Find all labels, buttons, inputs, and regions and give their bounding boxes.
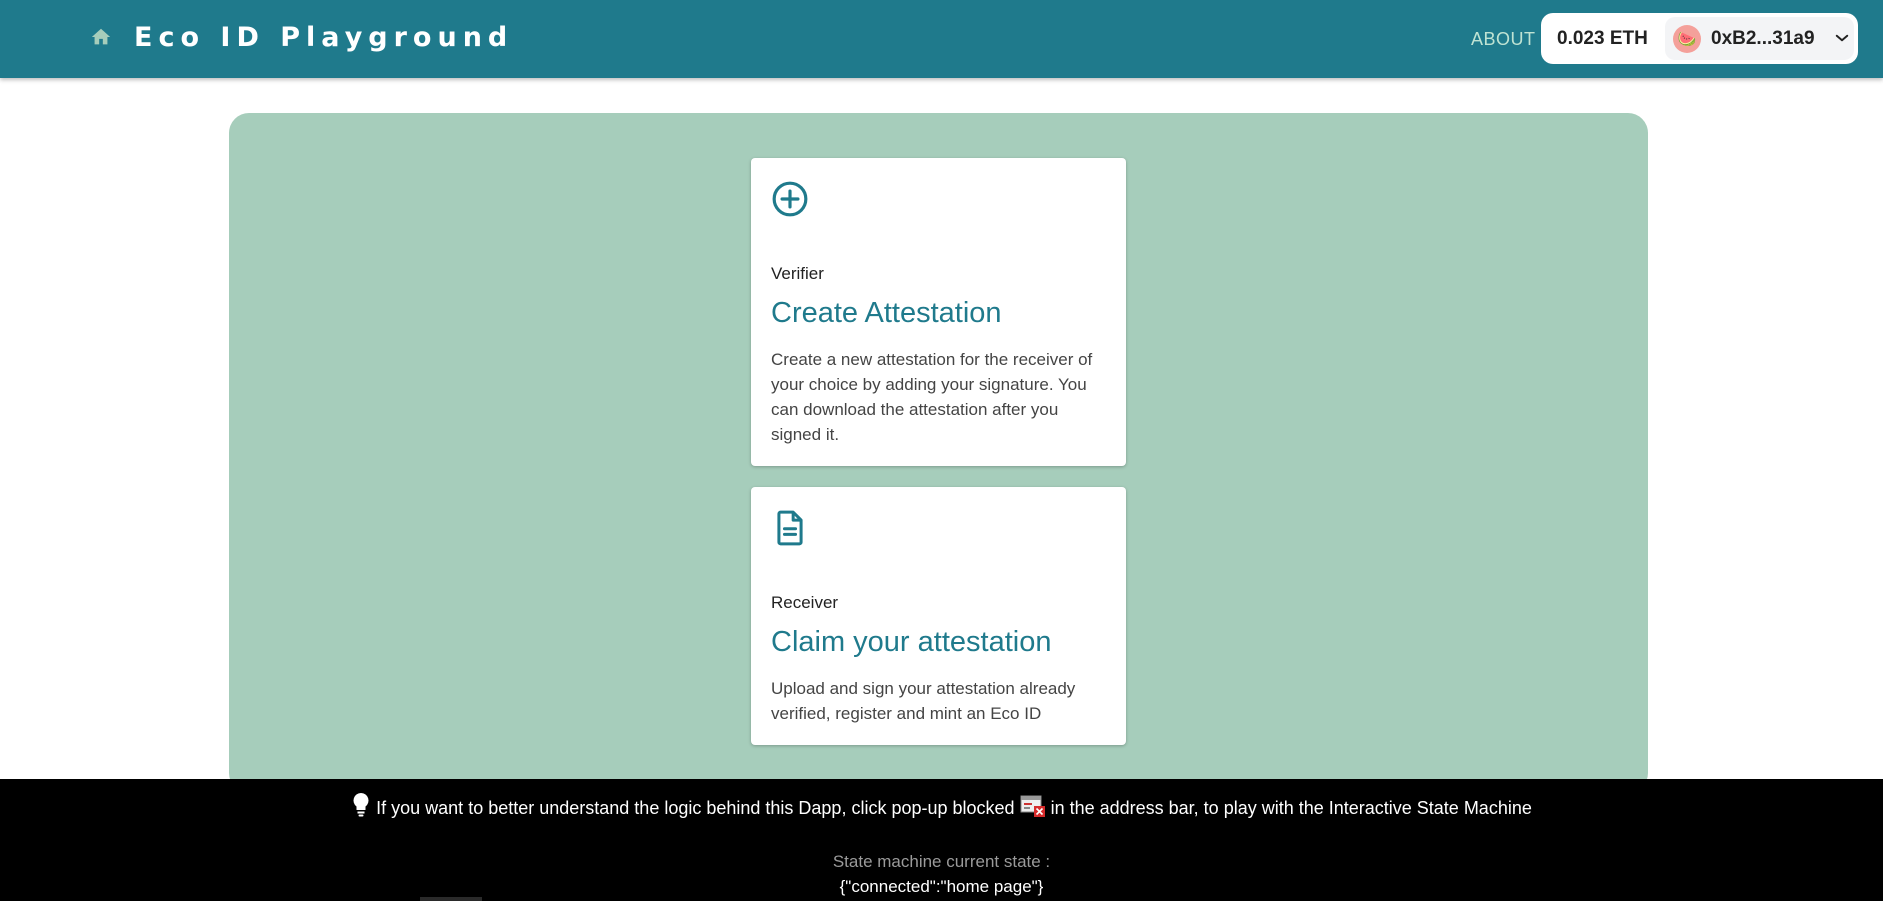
- app-title: Eco ID Playground: [134, 22, 514, 53]
- account-button[interactable]: 🍉 0xB2...31a9: [1665, 17, 1854, 60]
- state-machine-hint: If you want to better understand the log…: [0, 792, 1883, 823]
- card-title: Claim your attestation: [771, 626, 1052, 658]
- document-icon: [771, 509, 809, 547]
- state-machine-footer: If you want to better understand the log…: [0, 779, 1883, 901]
- state-label: State machine current state :: [832, 852, 1051, 871]
- home-button[interactable]: [88, 26, 114, 52]
- popup-blocked-icon: [1020, 794, 1046, 823]
- top-navbar: Eco ID Playground ABOUT 0.023 ETH 🍉 0xB2…: [0, 0, 1883, 78]
- create-attestation-card[interactable]: Verifier Create Attestation Create a new…: [751, 158, 1126, 466]
- hint-text-end: in the address bar, to play with the Int…: [1050, 798, 1532, 818]
- claim-attestation-card[interactable]: Receiver Claim your attestation Upload a…: [751, 487, 1126, 745]
- avatar: 🍉: [1673, 25, 1701, 53]
- chevron-down-icon[interactable]: [1833, 29, 1851, 47]
- lightbulb-icon: [351, 792, 371, 823]
- horizontal-scrollbar[interactable]: [420, 897, 482, 901]
- card-role-label: Receiver: [771, 593, 839, 612]
- hint-text-start: If you want to better understand the log…: [376, 798, 1015, 818]
- wallet-button[interactable]: 0.023 ETH 🍉 0xB2...31a9: [1541, 13, 1858, 64]
- watermelon-icon: 🍉: [1677, 31, 1697, 48]
- card-description: Upload and sign your attestation already…: [771, 679, 1076, 723]
- card-title: Create Attestation: [771, 297, 1002, 329]
- card-description: Create a new attestation for the receive…: [771, 350, 1093, 444]
- wallet-address: 0xB2...31a9: [1711, 28, 1815, 49]
- wallet-balance: 0.023 ETH: [1557, 28, 1648, 49]
- home-icon: [90, 26, 112, 53]
- add-circle-icon: [771, 180, 809, 218]
- about-link[interactable]: ABOUT: [1471, 29, 1536, 50]
- card-role-label: Verifier: [771, 264, 824, 283]
- state-value: {"connected":"home page"}: [839, 877, 1044, 896]
